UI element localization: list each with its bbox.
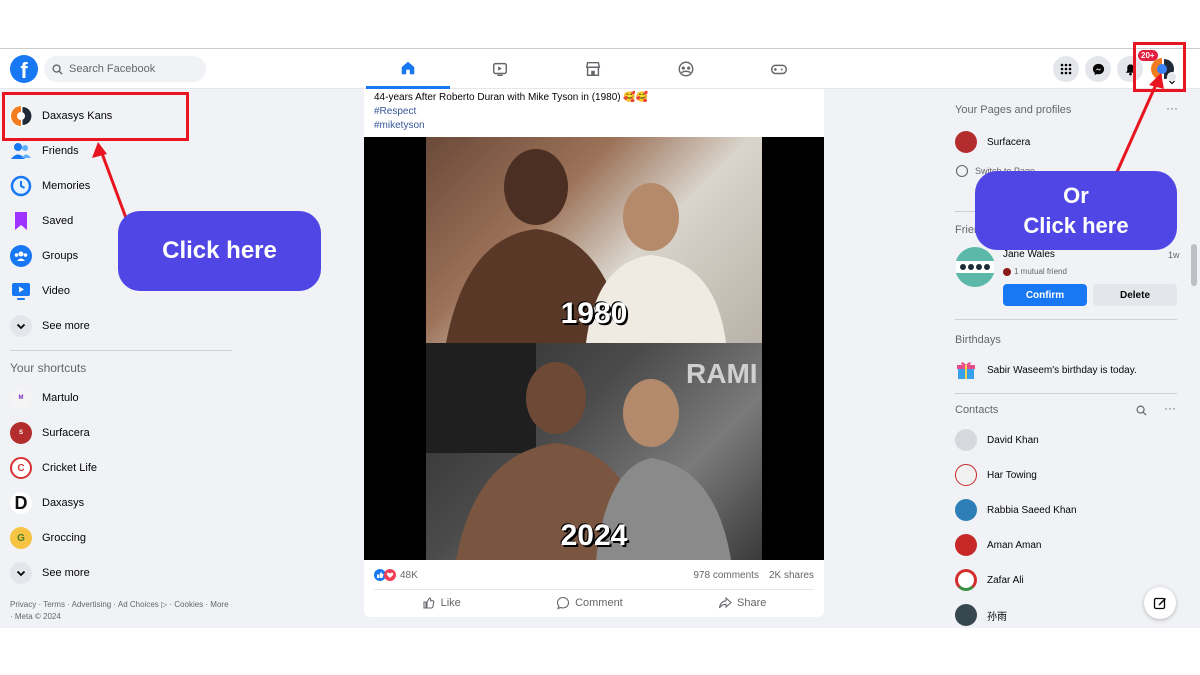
callout-or: Or — [1063, 183, 1089, 208]
annotation-arrows — [92, 73, 1164, 219]
callout-or-click-here: Or Click here — [975, 171, 1177, 250]
callout-click-here-2: Click here — [1023, 213, 1129, 238]
callout-click-here: Click here — [118, 211, 321, 291]
